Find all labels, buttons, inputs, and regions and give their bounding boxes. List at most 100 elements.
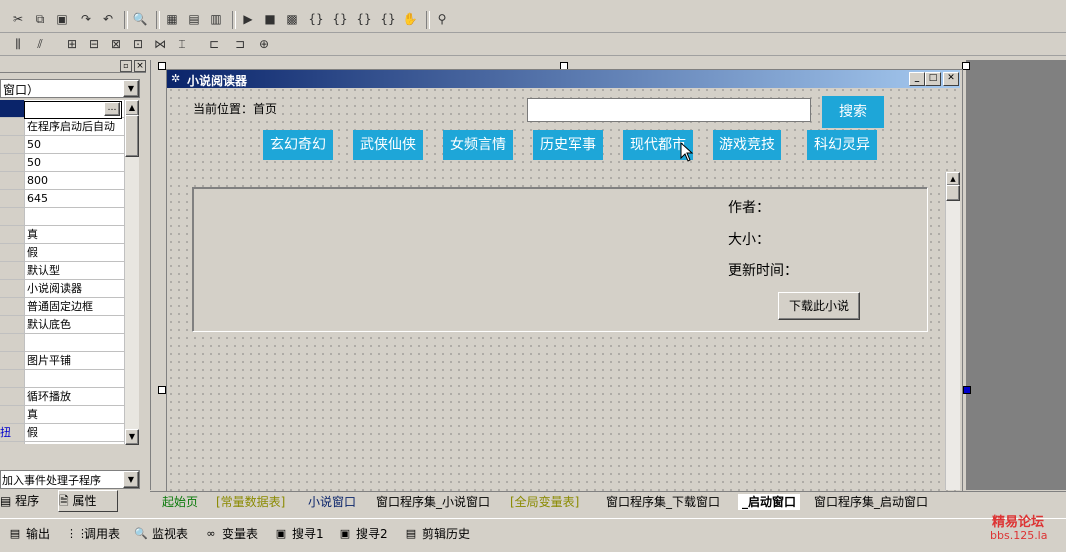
align-icon[interactable]: ⊠ <box>108 36 124 52</box>
layout3-icon[interactable]: ▥ <box>208 11 224 27</box>
resize-handle[interactable] <box>963 386 971 394</box>
tab-5[interactable]: 窗口程序集_下载窗口 <box>606 494 720 510</box>
bottom-item-0[interactable]: ▤ 输出 <box>8 525 50 543</box>
run-icon[interactable]: ▶ <box>240 11 256 27</box>
property-row[interactable]: 普通固定边框 <box>0 298 124 316</box>
property-row[interactable]: 扭真 <box>0 442 124 444</box>
designer-background <box>966 60 1066 490</box>
property-row[interactable]: 50 <box>0 136 124 154</box>
bottom-item-1[interactable]: ⋮⋮ 调用表 <box>66 525 120 543</box>
tab-program[interactable]: ▤ 程序 <box>0 492 56 510</box>
category-button[interactable]: 女频言情 <box>443 130 513 160</box>
stop-icon[interactable]: ■ <box>262 11 278 27</box>
resize-handle[interactable] <box>962 62 970 70</box>
property-row[interactable]: 图片平铺 <box>0 352 124 370</box>
paste-icon[interactable]: ▣ <box>54 11 70 27</box>
category-button[interactable]: 科幻灵异 <box>807 130 877 160</box>
tab-4[interactable]: [全局变量表] <box>510 494 579 510</box>
property-row[interactable]: 800 <box>0 172 124 190</box>
property-scrollbar[interactable]: ▲ ▼ <box>124 100 139 445</box>
bottom-toolbar: ▤ 输出 ⋮⋮ 调用表 🔍 监视表 ∞ 变量表 ▣ 搜寻1 ▣ 搜寻2 ▤ 剪辑历史 精易论坛 bbs.1… <box>0 515 1066 552</box>
category-button[interactable]: 游戏竞技 <box>713 130 781 160</box>
property-key <box>0 154 25 171</box>
copy-icon[interactable]: ⧉ <box>32 11 48 27</box>
close-button[interactable]: ✕ <box>943 72 959 86</box>
property-grid: _启动窗口在程序启动后自动5050800645真假默认型小说阅读器普通固定边框默… <box>0 100 124 444</box>
tab-6[interactable]: _启动窗口 <box>738 494 801 510</box>
search-button[interactable]: 搜索 <box>822 96 884 128</box>
tab-0[interactable]: 起始页 <box>162 494 198 510</box>
cut-icon[interactable]: ✂ <box>10 11 26 27</box>
program-icon: ▤ <box>0 494 12 508</box>
chevron-up-icon[interactable]: ▲ <box>946 172 960 186</box>
object-select[interactable]: 窗口） ▼ <box>0 79 140 98</box>
layout-icon[interactable]: ▦ <box>164 11 180 27</box>
step1-icon[interactable]: {} <box>308 11 324 27</box>
find-icon[interactable]: 🔍 <box>132 11 148 27</box>
step4-icon[interactable]: {} <box>380 11 396 27</box>
property-row[interactable]: 默认型 <box>0 262 124 280</box>
pin-icon[interactable]: ▫ <box>120 60 132 72</box>
bottom-item-6[interactable]: ▤ 剪辑历史 <box>404 525 470 543</box>
download-button[interactable]: 下载此小说 <box>778 292 860 320</box>
form-scrollbar[interactable]: ▲ <box>945 172 960 490</box>
bottom-item-4[interactable]: ▣ 搜寻1 <box>274 525 324 543</box>
property-row[interactable]: 50 <box>0 154 124 172</box>
maximize-button[interactable]: □ <box>925 72 941 86</box>
property-row[interactable]: 循环播放 <box>0 388 124 406</box>
tab-property[interactable]: 🗎 属性 <box>58 490 118 512</box>
step3-icon[interactable]: {} <box>356 11 372 27</box>
compile-icon[interactable]: ▩ <box>284 11 300 27</box>
bottom-item-5[interactable]: ▣ 搜寻2 <box>338 525 388 543</box>
resize-handle[interactable] <box>158 62 166 70</box>
minimize-button[interactable]: _ <box>909 72 925 86</box>
property-row[interactable]: 645 <box>0 190 124 208</box>
align-icon[interactable]: ⫽ <box>32 36 48 52</box>
event-select[interactable]: 加入事件处理子程序 ▼ <box>0 470 140 489</box>
chevron-down-icon[interactable]: ▼ <box>123 471 139 488</box>
align-icon[interactable]: ⊐ <box>232 36 248 52</box>
property-value: 真 <box>27 228 38 241</box>
bottom-item-2[interactable]: 🔍 监视表 <box>134 525 188 543</box>
property-row[interactable] <box>0 334 124 352</box>
layout2-icon[interactable]: ▤ <box>186 11 202 27</box>
tab-2[interactable]: 小说窗口 <box>308 494 356 510</box>
align-icon[interactable]: ⊞ <box>64 36 80 52</box>
align-icon[interactable]: ⊡ <box>130 36 146 52</box>
align-icon[interactable]: ⌶ <box>174 36 190 52</box>
align-icon[interactable]: ⊕ <box>256 36 272 52</box>
property-row[interactable] <box>0 370 124 388</box>
property-row[interactable]: 默认底色 <box>0 316 124 334</box>
undo-icon[interactable]: ↶ <box>100 11 116 27</box>
tab-1[interactable]: [常量数据表] <box>216 494 285 510</box>
align-icon[interactable]: ⋈ <box>152 36 168 52</box>
property-row[interactable] <box>0 208 124 226</box>
bottom-item-label: 变量表 <box>222 527 259 541</box>
tab-7[interactable]: 窗口程序集_启动窗口 <box>814 494 928 510</box>
scroll-thumb[interactable] <box>946 185 960 201</box>
resize-handle[interactable] <box>158 386 166 394</box>
property-row[interactable]: 真 <box>0 406 124 424</box>
category-button[interactable]: 玄幻奇幻 <box>263 130 333 160</box>
binoculars-icon[interactable]: ⚲ <box>434 11 450 27</box>
property-row[interactable]: 假 <box>0 244 124 262</box>
search-input[interactable] <box>527 98 811 122</box>
tab-3[interactable]: 窗口程序集_小说窗口 <box>376 494 490 510</box>
property-row[interactable]: 真 <box>0 226 124 244</box>
property-row[interactable]: 小说阅读器 <box>0 280 124 298</box>
chevron-down-icon[interactable]: ▼ <box>123 80 139 97</box>
property-value: 默认型 <box>27 264 60 277</box>
hand-icon[interactable]: ✋ <box>402 11 418 27</box>
category-button[interactable]: 历史军事 <box>533 130 603 160</box>
property-row[interactable]: 在程序启动后自动 <box>0 118 124 136</box>
category-button[interactable]: 武侠仙侠 <box>353 130 423 160</box>
align-icon[interactable]: ⫼ <box>10 36 26 52</box>
align-icon[interactable]: ⊏ <box>206 36 222 52</box>
bottom-item-3[interactable]: ∞ 变量表 <box>204 525 258 543</box>
redo-icon[interactable]: ↷ <box>78 11 94 27</box>
align-icon[interactable]: ⊟ <box>86 36 102 52</box>
ellipsis-button[interactable]: … <box>104 102 120 116</box>
step2-icon[interactable]: {} <box>332 11 348 27</box>
close-icon[interactable]: × <box>134 60 146 72</box>
property-row[interactable]: 扭假 <box>0 424 124 442</box>
